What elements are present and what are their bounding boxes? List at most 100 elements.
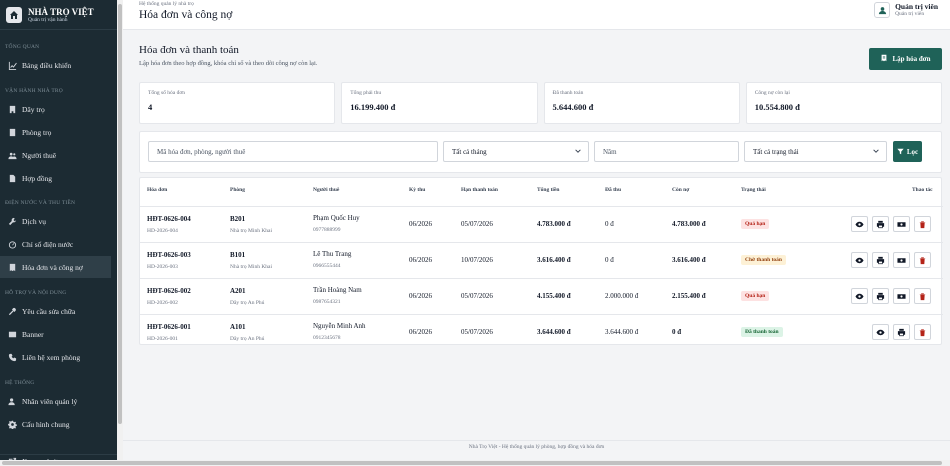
sidebar-item-gauge[interactable]: Chỉ số điện nước [0,233,111,255]
record-payment-button[interactable] [893,252,910,268]
brand[interactable]: NHÀ TRỌ VIỆT Quản trị vận hành [0,0,117,30]
section-description: Lập hóa đơn theo hợp đồng, khóa chỉ số v… [139,60,318,67]
sidebar-item-phone[interactable]: Liên hệ xem phòng [0,346,111,368]
sidebar-item-users[interactable]: Người thuê [0,144,111,166]
status-badge: Quá hạn [741,219,770,229]
user-menu[interactable]: Quản trị viên Quản trị viên [874,2,938,18]
delete-button[interactable] [914,324,931,340]
contract-icon [7,173,17,183]
stat-value: 4 [148,102,153,112]
column-header-debt: Còn nợ [672,187,690,193]
sidebar-item-contract[interactable]: Hợp đồng [0,167,111,189]
year-placeholder: Năm [603,147,617,156]
invoice-code-sub: HD-2026-001 [147,336,178,342]
user-icon [874,2,891,18]
scrollbar-thumb[interactable] [2,461,942,465]
billing-period: 06/2026 [409,292,432,300]
sidebar-item-chart-line[interactable]: Bảng điều khiển [0,54,111,76]
table-row[interactable]: HĐT-0626-004 HD-2026-004 B201 Nhà trọ Minh … [140,206,943,242]
invoice-code: HĐT-0626-002 [147,287,191,295]
sidebar-item-door[interactable]: Phòng trọ [0,121,111,143]
record-payment-button[interactable] [893,216,910,232]
table-row[interactable]: HĐT-0626-001 HD-2026-001 A101 Dãy trọ An Ph… [140,314,943,350]
stat-card-paid: Đã thanh toán 5.644.600 đ [543,82,740,124]
filter-button[interactable]: Lọc [893,141,922,162]
table-row[interactable]: HĐT-0626-002 HD-2026-002 A201 Dãy trọ An Ph… [140,278,943,314]
debt-amount: 2.155.400 đ [672,292,706,300]
money-icon [897,256,906,265]
building-icon [7,104,17,114]
create-invoice-button[interactable]: Lập hóa đơn [869,48,942,70]
column-header-actions: Thao tác [912,187,933,193]
sidebar-section-label: ĐIỆN NƯỚC VÀ THU TIỀN [5,200,76,206]
scrollbar-thumb[interactable] [118,4,122,424]
sidebar-item-gear[interactable]: Cấu hình chung [0,413,111,435]
view-button[interactable] [851,252,868,268]
view-button[interactable] [872,324,889,340]
tenant-phone: 0966555444 [313,263,341,269]
debt-amount: 3.616.400 đ [672,256,706,264]
sidebar-item-image[interactable]: Banner [0,323,111,345]
user-role: Quản trị viên [895,11,925,17]
sidebar-item-user-gear[interactable]: Nhân viên quản lý [0,390,111,412]
paid-amount: 3.644.600 đ [605,328,639,336]
sidebar-item-building[interactable]: Dãy trọ [0,98,111,120]
sidebar-item-invoice[interactable]: Hóa đơn và công nợ [0,256,111,278]
table-row[interactable]: HĐT-0626-003 HD-2026-003 B101 Nhà trọ Minh … [140,242,943,278]
view-button[interactable] [851,288,868,304]
tenant-name: Nguyễn Minh Anh [313,322,366,330]
status-badge: Quá hạn [741,291,770,301]
sidebar-item-wrench[interactable]: Dịch vụ [0,210,111,232]
record-payment-button[interactable] [893,288,910,304]
invoice-code-sub: HD-2026-004 [147,228,178,234]
status-badge: Chờ thanh toán [741,255,786,265]
delete-button[interactable] [914,288,931,304]
search-input[interactable]: Mã hóa đơn, phòng, người thuê [148,141,438,162]
user-gear-icon [7,396,17,406]
sidebar-item-label: Bảng điều khiển [22,60,72,70]
sidebar-scrollbar[interactable] [117,0,123,466]
paid-amount: 0 đ [605,220,614,228]
print-button[interactable] [872,252,889,268]
view-button[interactable] [851,216,868,232]
stat-value: 16.199.400 đ [350,102,396,112]
sidebar: NHÀ TRỌ VIỆT Quản trị vận hành TỔNG QUAN… [0,0,117,466]
horizontal-scrollbar[interactable] [0,460,950,466]
chevron-down-icon [873,149,879,153]
month-select[interactable]: Tất cả tháng [443,141,589,162]
sidebar-item-label: Chỉ số điện nước [22,239,74,249]
year-input[interactable]: Năm [594,141,739,162]
sidebar-item-label: Liên hệ xem phòng [22,352,81,362]
print-button[interactable] [872,288,889,304]
invoice-code-sub: HD-2026-002 [147,300,178,306]
tenant-name: Trần Hoàng Nam [313,286,362,294]
room-name: B201 [230,215,246,223]
room-name: A201 [230,287,246,295]
status-badge: Đã thanh toán [741,327,783,337]
print-button[interactable] [893,324,910,340]
room-building: Dãy trọ An Phú [230,300,265,306]
total-amount: 3.644.600 đ [537,328,571,336]
delete-button[interactable] [914,252,931,268]
status-select[interactable]: Tất cả trạng thái [744,141,887,162]
sidebar-item-tools[interactable]: Yêu cầu sửa chữa [0,300,111,322]
delete-button[interactable] [914,216,931,232]
tools-icon [7,306,17,316]
printer-icon [897,328,906,337]
due-date: 05/07/2026 [461,220,493,228]
sidebar-section-label: VẬN HÀNH NHÀ TRỌ [5,88,63,94]
filter-bar: Mã hóa đơn, phòng, người thuê Tất cả thá… [139,131,942,173]
sidebar-item-label: Người thuê [22,150,57,160]
total-amount: 4.783.000 đ [537,220,571,228]
month-select-value: Tất cả tháng [452,147,487,156]
brand-subtitle: Quản trị vận hành [28,16,68,23]
gear-icon [7,419,17,429]
door-icon [7,127,17,137]
print-button[interactable] [872,216,889,232]
footer: Nhà Trọ Việt - Hệ thống quản lý phòng, h… [468,444,605,450]
room-name: B101 [230,251,246,259]
tenant-phone: 0977888999 [313,227,341,233]
stat-label: Đã thanh toán [552,90,584,96]
trash-icon [918,220,927,229]
page-title: Hóa đơn và công nợ [139,9,233,21]
